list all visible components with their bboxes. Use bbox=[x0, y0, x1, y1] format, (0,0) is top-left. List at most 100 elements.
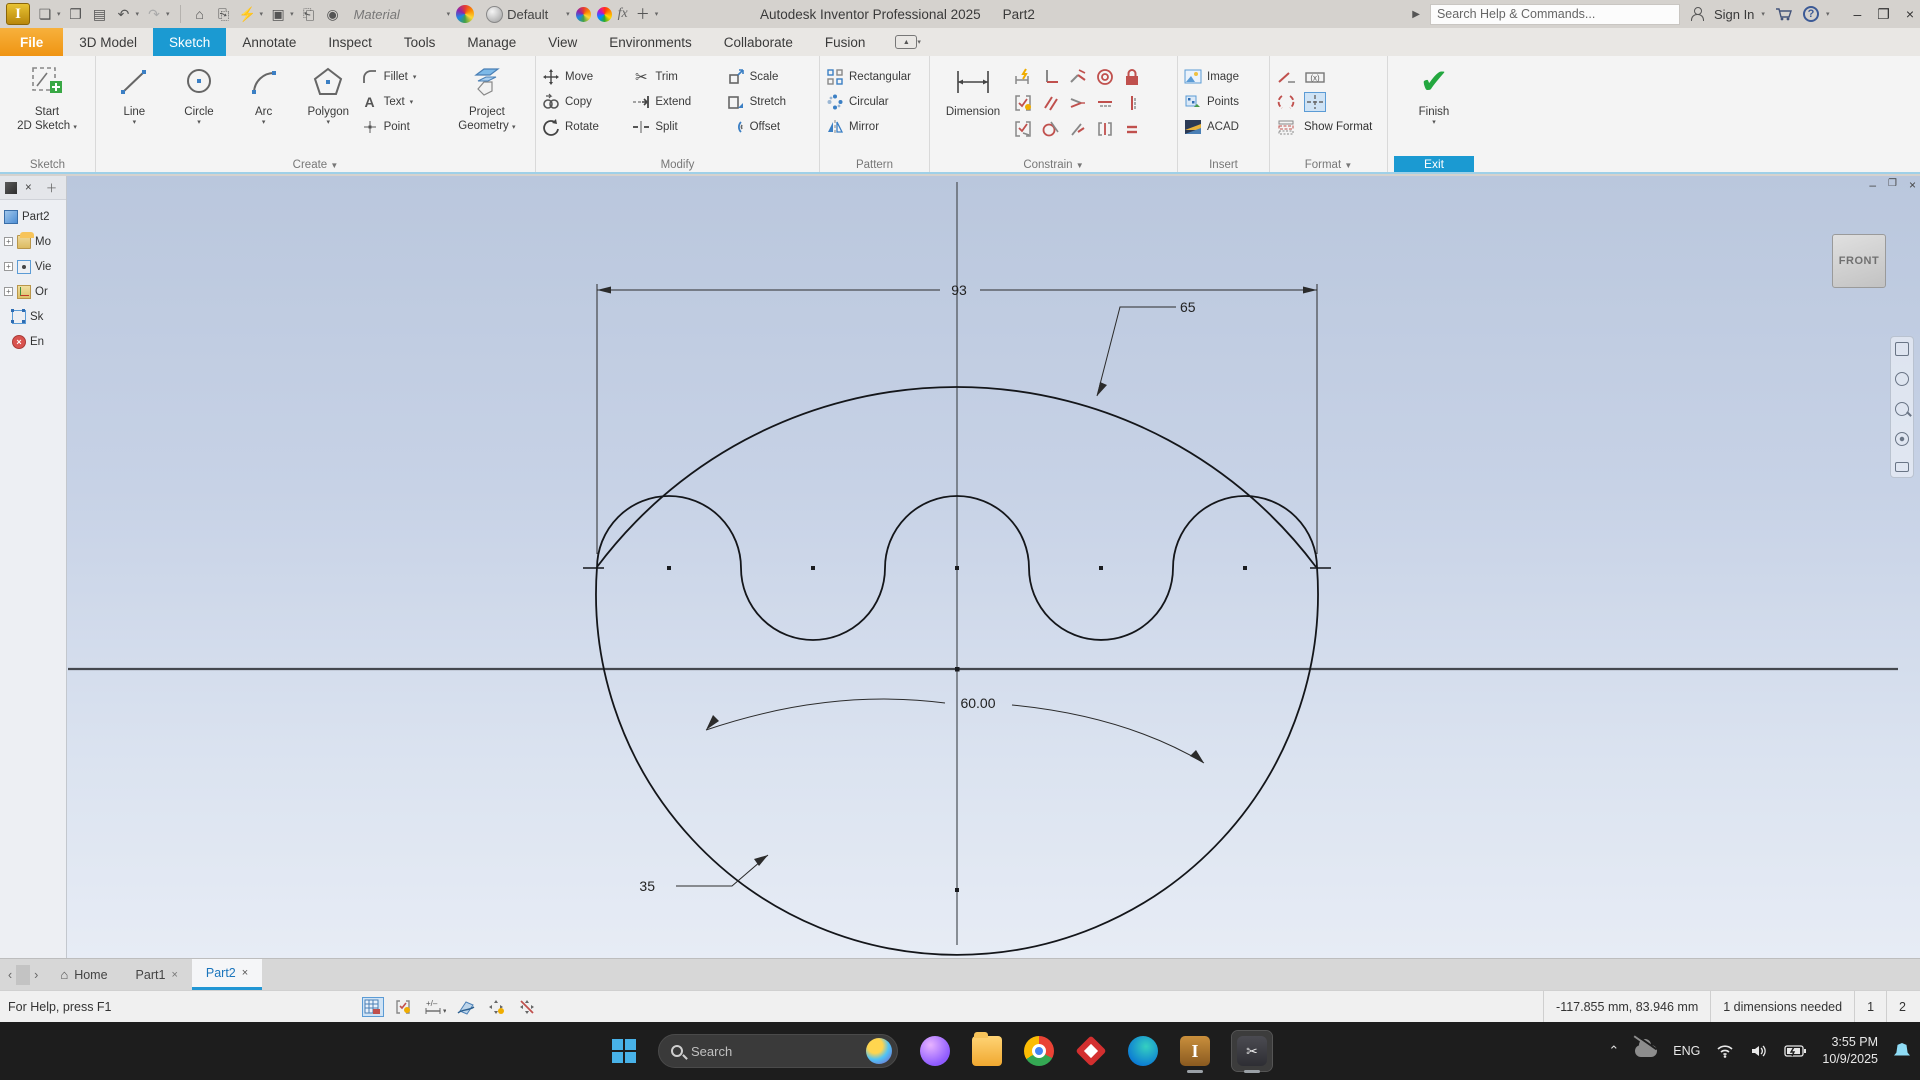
tangent-constraint-button[interactable] bbox=[1064, 64, 1091, 90]
new-file-icon[interactable]: ❏ bbox=[36, 6, 54, 23]
copy-button[interactable]: Copy bbox=[542, 89, 632, 114]
ribbon-display-toggle[interactable]: ▲ ▾ bbox=[895, 28, 921, 56]
scale-button[interactable]: Scale bbox=[727, 64, 813, 89]
battery-icon[interactable] bbox=[1784, 1045, 1807, 1057]
look-at-icon[interactable] bbox=[1895, 462, 1909, 472]
doc-tab-part1[interactable]: Part1 × bbox=[122, 959, 192, 990]
doc-tab-part2[interactable]: Part2 × bbox=[191, 959, 263, 990]
insert-image-button[interactable]: Image bbox=[1184, 64, 1262, 89]
perpendicular-constraint-button[interactable] bbox=[1037, 64, 1064, 90]
doc-close-button[interactable]: × bbox=[1909, 178, 1916, 192]
zoom-icon[interactable] bbox=[1895, 402, 1909, 416]
panel-label-pattern[interactable]: Pattern bbox=[820, 159, 929, 171]
extend-button[interactable]: Extend bbox=[632, 89, 726, 114]
taskbar-inventor-icon[interactable]: I bbox=[1180, 1036, 1210, 1073]
tab-tools[interactable]: Tools bbox=[388, 28, 452, 56]
panel-label-format[interactable]: Format ▼ bbox=[1270, 159, 1387, 171]
offset-button[interactable]: Offset bbox=[727, 114, 813, 139]
tab-scroll-left-icon[interactable]: ‹ bbox=[8, 968, 12, 982]
tab-inspect[interactable]: Inspect bbox=[312, 28, 388, 56]
taskbar-snipping-tool-active[interactable]: ✂ bbox=[1231, 1030, 1273, 1073]
tab-sketch[interactable]: Sketch bbox=[153, 28, 227, 56]
start-2d-sketch-button[interactable]: Start 2D Sketch ▾ bbox=[6, 60, 88, 152]
horizontal-constraint-button[interactable] bbox=[1091, 90, 1118, 116]
collinear-constraint-button[interactable] bbox=[1064, 90, 1091, 116]
add-command-icon[interactable]: ＋ bbox=[634, 4, 652, 24]
tab-environments[interactable]: Environments bbox=[593, 28, 708, 56]
view-cube[interactable]: FRONT bbox=[1832, 234, 1886, 288]
text-button[interactable]: A Text ▾ bbox=[361, 89, 445, 114]
tree-item-view[interactable]: + Vie bbox=[0, 254, 66, 279]
tray-overflow-icon[interactable]: ⌃ bbox=[1608, 1043, 1619, 1059]
center-point-toggle-button[interactable] bbox=[1304, 91, 1326, 112]
drawing-view-icon[interactable]: ▣ bbox=[269, 6, 287, 23]
drawing-view-dropdown-icon[interactable]: ▾ bbox=[290, 10, 294, 18]
dynamic-input-toggle[interactable] bbox=[486, 997, 508, 1017]
save-icon[interactable]: ▤ bbox=[91, 6, 109, 23]
update-icon[interactable]: ⎗ bbox=[300, 6, 318, 23]
finish-sketch-button[interactable]: ✔ Finish ▾ bbox=[1394, 60, 1474, 152]
insert-acad-button[interactable]: ACAD bbox=[1184, 114, 1262, 139]
language-indicator[interactable]: ENG bbox=[1673, 1044, 1700, 1058]
browser-add-tab-icon[interactable]: ＋ bbox=[46, 180, 58, 196]
constraint-inference-toggle[interactable] bbox=[393, 997, 415, 1017]
taskbar-chrome-icon[interactable] bbox=[1024, 1036, 1054, 1066]
driven-dimension-toggle-button[interactable]: (x) bbox=[1304, 67, 1326, 87]
insert-points-button[interactable]: Points bbox=[1184, 89, 1262, 114]
open-icon[interactable]: ❐ bbox=[67, 6, 85, 23]
tree-item-end-of-part[interactable]: × En bbox=[0, 329, 66, 354]
fillet-button[interactable]: Fillet ▾ bbox=[361, 64, 445, 89]
sign-in-person-icon[interactable] bbox=[1690, 7, 1704, 21]
taskbar-edge-icon[interactable] bbox=[1128, 1036, 1158, 1066]
inventor-app-icon[interactable]: I bbox=[6, 3, 30, 25]
expand-icon[interactable]: + bbox=[4, 262, 13, 271]
restore-button[interactable]: ❐ bbox=[1877, 6, 1890, 23]
line-button[interactable]: Line ▾ bbox=[102, 60, 167, 152]
adjust-appearance-icon[interactable] bbox=[575, 6, 591, 22]
graphics-window[interactable]: 93 65 60.00 35 – ❐ × FRONT × ＋ Part2 + M… bbox=[0, 176, 1920, 958]
redo-icon[interactable]: ↷ bbox=[145, 6, 163, 23]
wifi-icon[interactable] bbox=[1716, 1044, 1734, 1058]
slice-graphics-toggle[interactable] bbox=[455, 997, 477, 1017]
start-button[interactable] bbox=[612, 1039, 636, 1063]
expand-icon[interactable]: + bbox=[4, 287, 13, 296]
help-search-input[interactable] bbox=[1429, 3, 1680, 25]
tab-manage[interactable]: Manage bbox=[451, 28, 532, 56]
tree-item-part2[interactable]: Part2 bbox=[0, 204, 66, 229]
search-expand-icon[interactable]: ▶ bbox=[1412, 9, 1420, 20]
tab-3d-model[interactable]: 3D Model bbox=[63, 28, 153, 56]
store-cart-icon[interactable] bbox=[1775, 7, 1793, 21]
notification-bell-icon[interactable] bbox=[1894, 1043, 1910, 1056]
sketch-canvas[interactable]: 93 65 60.00 35 bbox=[0, 176, 1920, 958]
auto-dimension-button[interactable] bbox=[1010, 64, 1037, 90]
tab-view[interactable]: View bbox=[532, 28, 593, 56]
tree-item-model-states[interactable]: + Mo bbox=[0, 229, 66, 254]
ilogic-dropdown-icon[interactable]: ▾ bbox=[260, 10, 264, 18]
undo-dropdown-icon[interactable]: ▾ bbox=[136, 10, 140, 18]
material-dropdown[interactable]: Material ▾ bbox=[354, 7, 451, 22]
equal-constraint-button[interactable] bbox=[1118, 116, 1145, 142]
undo-icon[interactable]: ↶ bbox=[115, 6, 133, 23]
dimension-button[interactable]: Dimension bbox=[936, 60, 1010, 152]
tab-fusion[interactable]: Fusion bbox=[809, 28, 882, 56]
concentric-constraint-button[interactable] bbox=[1091, 64, 1118, 90]
onedrive-icon[interactable] bbox=[1635, 1039, 1658, 1057]
tree-item-sketch1[interactable]: Sk bbox=[0, 304, 66, 329]
dimension-display-toggle[interactable]: +/– ▾ bbox=[424, 997, 446, 1017]
project-geometry-button[interactable]: Project Geometry ▾ bbox=[445, 60, 529, 152]
trim-button[interactable]: ✂ Trim bbox=[632, 64, 726, 89]
construction-toggle-button[interactable] bbox=[1276, 92, 1298, 112]
help-icon[interactable]: ? bbox=[1802, 6, 1819, 22]
rectangular-pattern-button[interactable]: Rectangular bbox=[826, 64, 922, 89]
arc-button[interactable]: Arc ▾ bbox=[231, 60, 296, 152]
taskbar-search-input[interactable] bbox=[691, 1043, 831, 1059]
smooth-constraint-button[interactable] bbox=[1064, 116, 1091, 142]
expand-icon[interactable]: + bbox=[4, 237, 13, 246]
stretch-button[interactable]: Stretch bbox=[727, 89, 813, 114]
color-wheel-icon[interactable] bbox=[456, 5, 475, 23]
tangent-circle-button[interactable] bbox=[1037, 116, 1064, 142]
pan-icon[interactable] bbox=[1895, 372, 1909, 386]
panel-label-constrain[interactable]: Constrain ▼ bbox=[930, 159, 1177, 171]
tab-scroll-right-icon[interactable]: › bbox=[34, 968, 38, 982]
sign-in-caret-icon[interactable]: ▾ bbox=[1761, 10, 1765, 18]
